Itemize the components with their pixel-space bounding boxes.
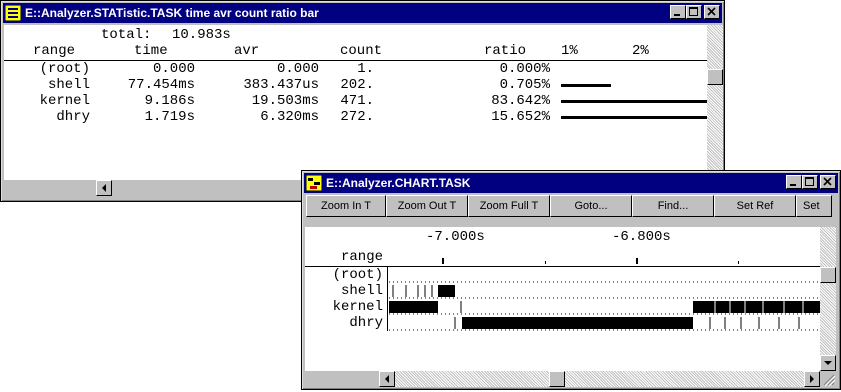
minor-tick [738, 261, 739, 264]
stat-content: total: 10.983s range time avr count rati… [4, 25, 707, 180]
stat-window-titlebar[interactable]: E::Analyzer.STATistic.TASK time avr coun… [3, 3, 722, 23]
ratio-bar [561, 116, 707, 119]
arrow-right-icon [810, 375, 814, 383]
ratio-bars [4, 25, 707, 180]
stat-vscroll-thumb[interactable] [707, 69, 723, 85]
stat-window-title: E::Analyzer.STATistic.TASK time avr coun… [25, 6, 319, 20]
ratio-bar [561, 100, 707, 103]
kernel-run [693, 301, 820, 313]
scroll-right-button[interactable] [804, 371, 820, 387]
chart-window-titlebar[interactable]: E::Analyzer.CHART.TASK [304, 173, 838, 193]
arrow-down-icon [824, 361, 832, 365]
ratio-bar [561, 84, 612, 87]
kernel-run [389, 301, 438, 313]
zoom-out-button[interactable]: Zoom Out T [386, 195, 468, 217]
chart-window-controls [786, 175, 836, 189]
stat-vscrollbar[interactable] [707, 25, 723, 180]
shell-run [438, 285, 455, 297]
chart-hscroll-track[interactable] [395, 371, 820, 387]
stat-hscroll-spacer [4, 180, 96, 196]
zoom-full-button[interactable]: Zoom Full T [468, 195, 550, 217]
list-icon [4, 4, 22, 22]
goto-button[interactable]: Goto... [550, 195, 632, 217]
maximize-icon [805, 177, 814, 186]
minor-tick [545, 261, 546, 264]
maximize-button[interactable] [686, 5, 702, 19]
minimize-button[interactable] [670, 5, 686, 19]
chart-window-title: E::Analyzer.CHART.TASK [326, 176, 471, 190]
scroll-left-button[interactable] [96, 180, 112, 196]
close-icon [823, 177, 832, 186]
chart-toolbar: Zoom In T Zoom Out T Zoom Full T Goto...… [306, 195, 838, 217]
chart-window: E::Analyzer.CHART.TASK Zoom In T Zoom Ou… [301, 170, 841, 390]
chart-content: -7.000s -6.800s range (root) shell kerne… [305, 227, 820, 371]
scroll-down-button[interactable] [820, 355, 836, 371]
minimize-button[interactable] [786, 175, 802, 189]
arrow-left-icon [102, 184, 106, 192]
maximize-button[interactable] [802, 175, 818, 189]
maximize-icon [689, 7, 698, 16]
chart-icon [305, 174, 323, 192]
set-ref-button[interactable]: Set Ref [714, 195, 796, 217]
set-button[interactable]: Set [796, 195, 832, 217]
close-button[interactable] [704, 5, 720, 19]
close-button[interactable] [820, 175, 836, 189]
minimize-icon [674, 14, 680, 16]
close-icon [707, 7, 716, 16]
scroll-left-button[interactable] [379, 371, 395, 387]
stat-window-controls [670, 5, 720, 19]
minimize-icon [790, 184, 796, 186]
chart-vscrollbar[interactable] [820, 227, 836, 371]
chart-graphics [389, 258, 820, 331]
major-tick [442, 258, 444, 264]
arrow-left-icon [385, 375, 389, 383]
chart-hscroll-thumb[interactable] [549, 371, 565, 387]
major-tick [636, 258, 638, 264]
chart-hscrollbar[interactable] [305, 371, 836, 387]
zoom-in-button[interactable]: Zoom In T [306, 195, 386, 217]
resize-grip-icon[interactable] [820, 371, 836, 387]
find-button[interactable]: Find... [632, 195, 714, 217]
dhry-run [462, 317, 693, 329]
chart-vscroll-thumb[interactable] [820, 267, 836, 283]
